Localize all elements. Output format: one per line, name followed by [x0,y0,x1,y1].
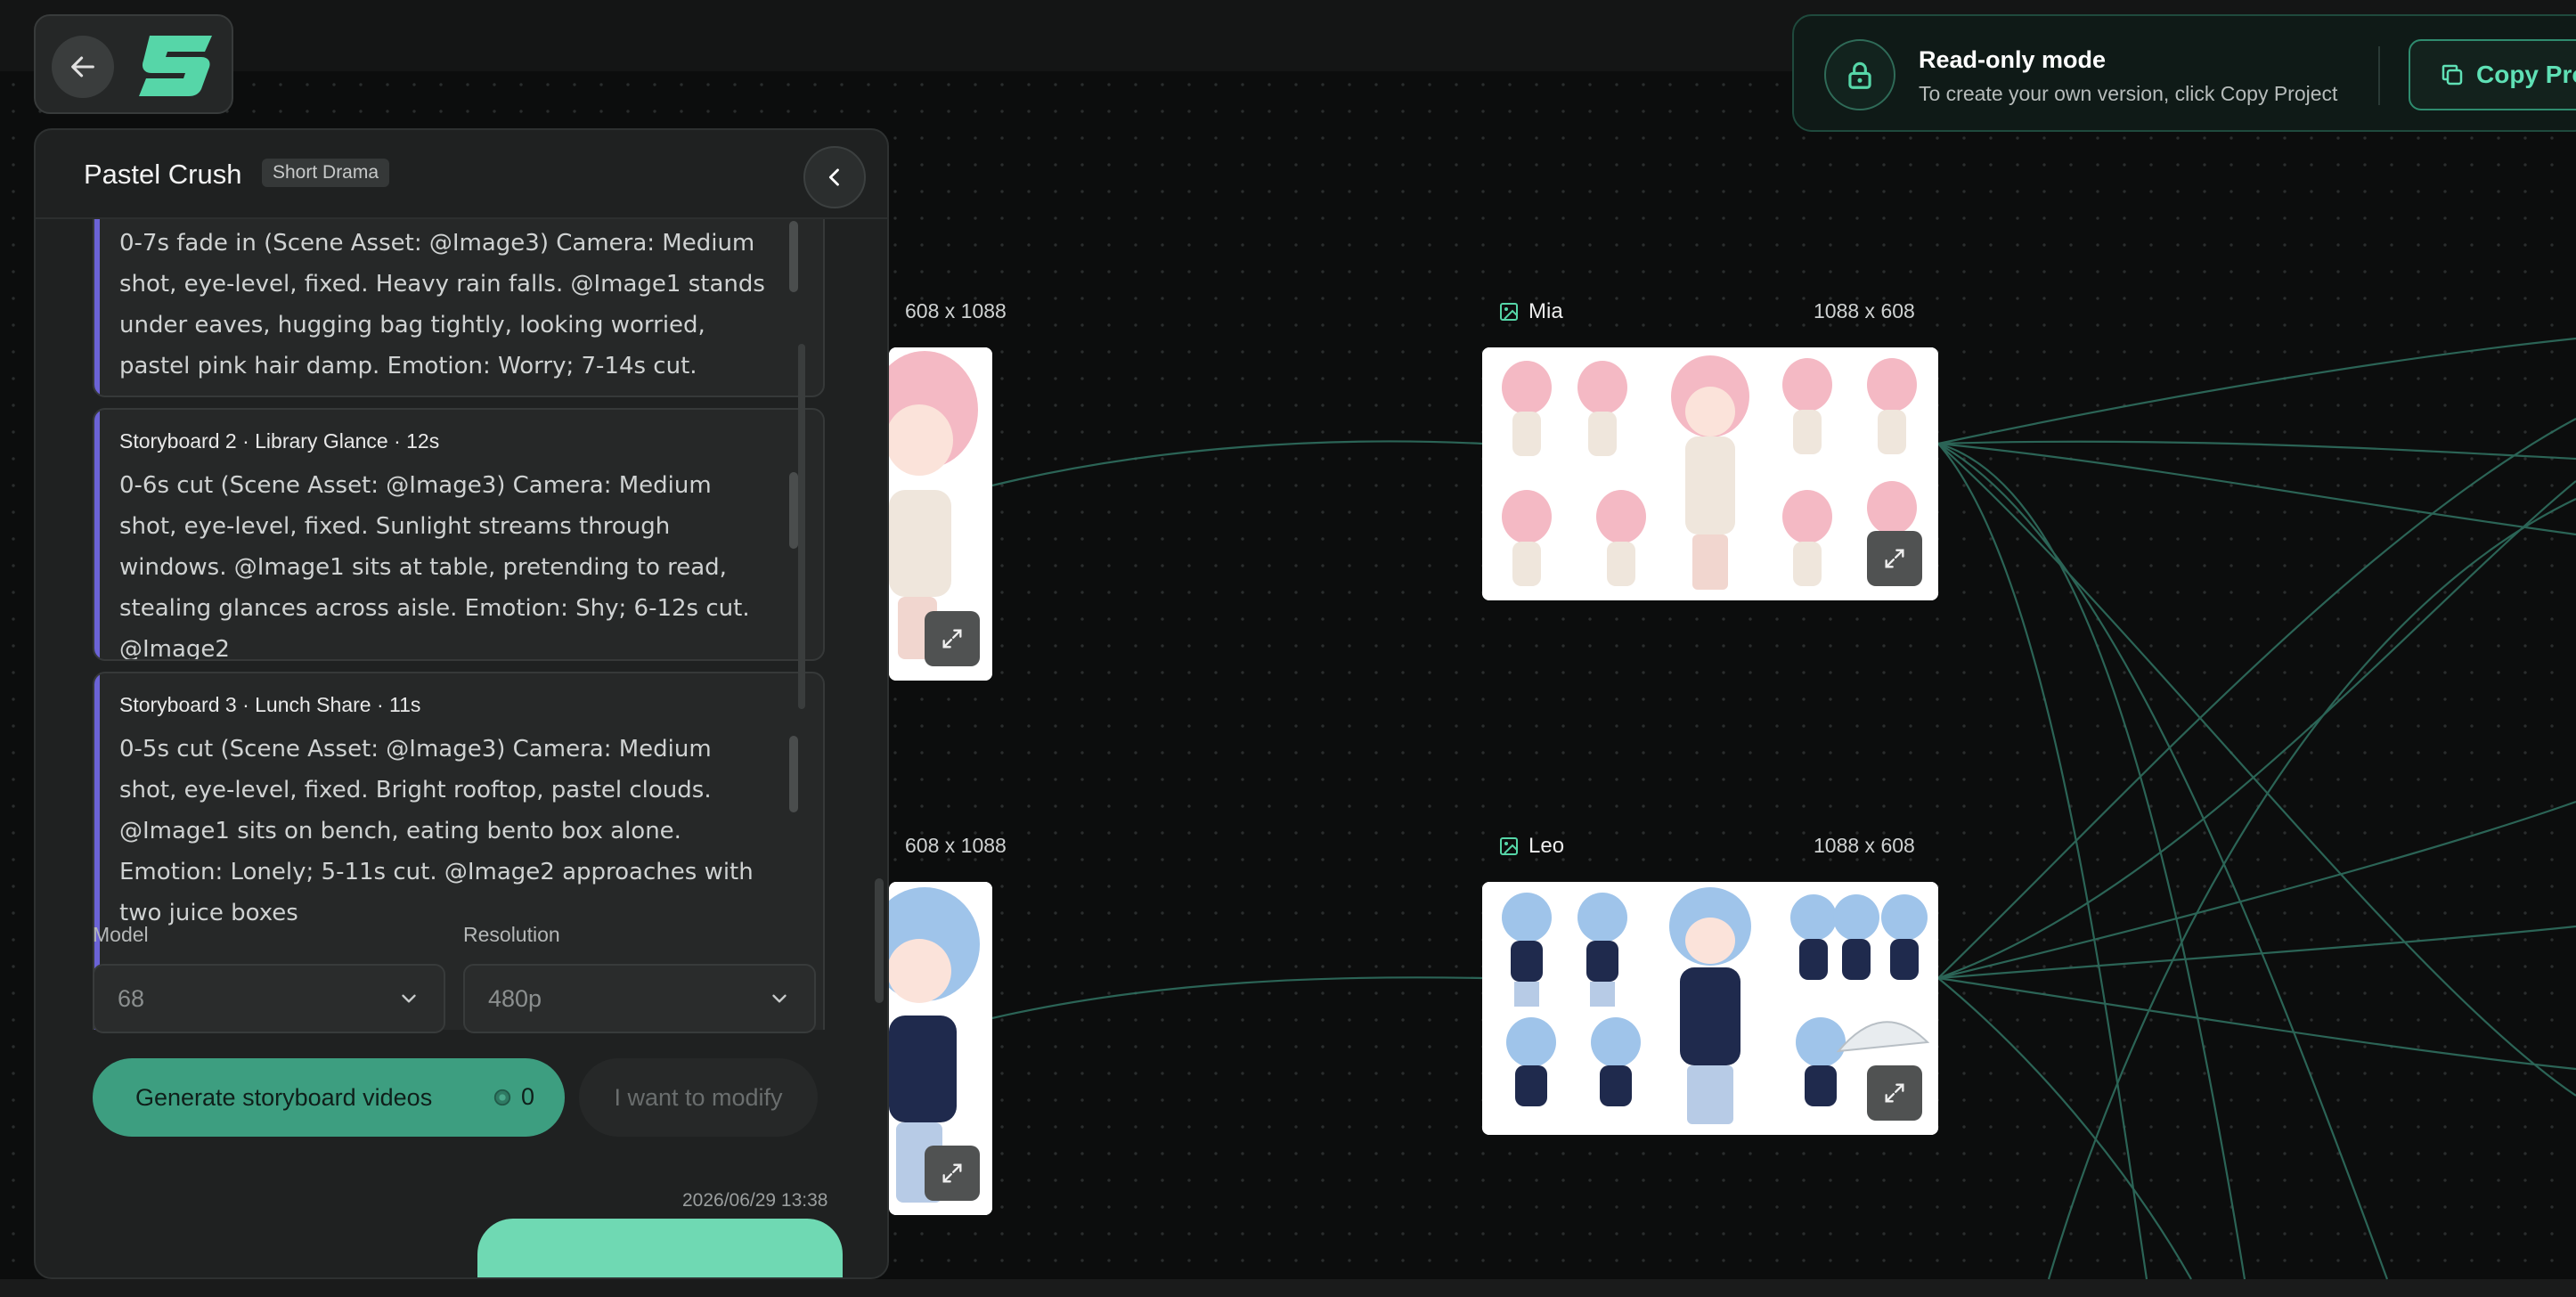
project-type-tag: Short Drama [262,159,390,187]
copy-icon [2441,64,2463,86]
arrow-left-icon [71,56,94,77]
panel-header: Pastel Crush Short Drama [36,130,887,219]
storyboard-panel: Pastel Crush Short Drama 0-7s fade in (S… [34,128,889,1279]
panel-scrollbar[interactable] [875,878,884,1003]
expand-icon [942,629,962,648]
node-size-label: 608 x 1088 [905,299,1007,322]
storyboard-list-scrollbar[interactable] [798,344,805,709]
storyboard-prompt: 0-6s cut (Scene Asset: @Image3) Camera: … [119,472,750,661]
model-label: Model [93,923,149,946]
image-icon [1500,303,1518,321]
node-title: Leo [1498,834,1564,859]
expand-image-button[interactable] [1867,1065,1922,1121]
storyboard-title: Storyboard 2 · Library Glance · 12s [119,429,440,453]
banner-subtitle: To create your own version, click Copy P… [1919,82,2338,105]
resolution-select[interactable]: 480p [463,964,816,1033]
banner-title: Read-only mode [1919,46,2107,73]
expand-image-button[interactable] [1867,531,1922,586]
node-title-text: Mia [1528,299,1563,323]
banner-divider [2378,46,2380,105]
resolution-label: Resolution [463,923,560,946]
image-icon [1500,837,1518,855]
storyboard-title: Storyboard 3 · Lunch Share · 11s [119,693,421,716]
copy-project-label: Copy Pro [2476,61,2576,88]
card-scrollbar[interactable] [789,472,798,549]
expand-icon [942,1163,962,1183]
expand-icon [1885,1083,1904,1103]
collapse-panel-button[interactable] [803,146,866,208]
app-logo-box [34,14,233,114]
model-select[interactable]: 68 [93,964,445,1033]
storyboard-card[interactable]: 0-7s fade in (Scene Asset: @Image3) Came… [93,219,825,397]
character-image-node[interactable] [889,882,992,1215]
character-sheet-node-leo[interactable] [1482,882,1938,1135]
message-timestamp: 2026/06/29 13:38 [682,1190,828,1211]
node-size-label: 1088 x 608 [1814,834,1915,857]
chevron-down-icon [772,994,787,1003]
expand-image-button[interactable] [925,1146,980,1201]
character-sheet-node-mia[interactable] [1482,347,1938,600]
node-size-label: 608 x 1088 [905,834,1007,857]
credit-coin-icon [493,1089,511,1105]
brand-s-logo[interactable] [135,32,216,98]
credit-cost: 0 [493,1083,534,1111]
storyboard-prompt: 0-5s cut (Scene Asset: @Image3) Camera: … [119,736,754,926]
storyboard-prompt: 0-7s fade in (Scene Asset: @Image3) Came… [119,230,765,396]
lock-icon [1824,39,1895,110]
card-scrollbar[interactable] [789,221,798,292]
resolution-value: 480p [488,984,542,1012]
read-only-banner: Read-only mode To create your own versio… [1792,14,2576,132]
chevron-down-icon [402,994,416,1003]
generate-storyboard-videos-button[interactable]: Generate storyboard videos 0 [93,1058,565,1137]
node-title: Mia [1498,299,1563,324]
credit-cost-value: 0 [520,1083,534,1110]
node-title-text: Leo [1528,834,1565,858]
storyboard-card[interactable]: Storyboard 2 · Library Glance · 12s 0-6s… [93,408,825,661]
generate-label: Generate storyboard videos [135,1083,433,1111]
modify-button[interactable]: I want to modify [579,1058,818,1137]
card-scrollbar[interactable] [789,736,798,812]
model-value: 68 [118,984,145,1012]
copy-project-button[interactable]: Copy Pro [2409,39,2576,110]
character-image-node[interactable] [889,347,992,681]
chevron-left-icon [828,168,839,186]
expand-icon [1885,549,1904,568]
back-button[interactable] [52,36,114,98]
expand-image-button[interactable] [925,611,980,666]
node-size-label: 1088 x 608 [1814,299,1915,322]
message-bubble [477,1219,843,1277]
storyboard-list[interactable]: 0-7s fade in (Scene Asset: @Image3) Came… [93,219,832,1030]
project-title: Pastel Crush [84,159,242,190]
